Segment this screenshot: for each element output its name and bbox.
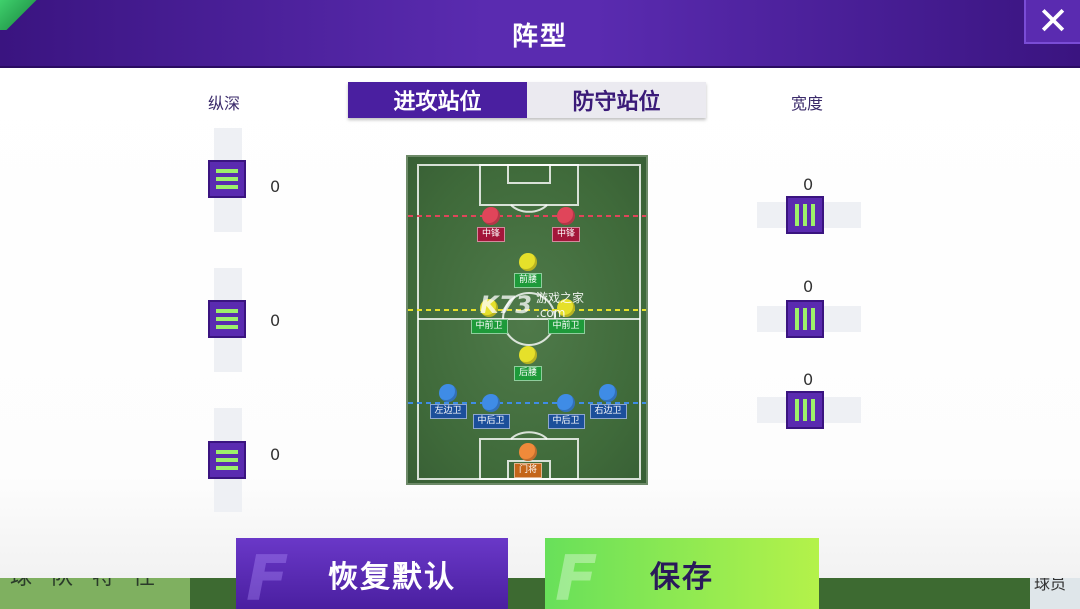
save-label: 保存 — [650, 559, 714, 595]
width-value-2: 0 — [803, 277, 814, 296]
depth-slider-handle-3[interactable] — [208, 441, 246, 479]
player-role-label: 后腰 — [514, 366, 543, 381]
width-value-1: 0 — [803, 175, 814, 194]
reset-default-label: 恢复默认 — [328, 559, 456, 595]
player-role-label: 中后卫 — [472, 414, 510, 429]
page-title: 阵型 — [511, 22, 568, 52]
player-token[interactable] — [519, 346, 537, 364]
player-token[interactable] — [482, 394, 500, 412]
player-role-label: 右边卫 — [589, 404, 627, 419]
watermark: K73 游戏之家 .com — [480, 289, 585, 321]
width-slider-handle-3[interactable] — [786, 391, 824, 429]
tab-attack[interactable]: 进攻站位 — [348, 82, 527, 118]
position-tabs: 进攻站位 防守站位 — [348, 82, 706, 118]
pitch-markings — [408, 164, 646, 480]
player-token[interactable] — [439, 384, 457, 402]
player-token[interactable] — [519, 253, 537, 271]
brand-f-icon: F — [246, 542, 289, 609]
player-token[interactable] — [482, 207, 500, 225]
formation-pitch: 中锋 中锋 前腰 中前卫 中前卫 后腰 左边卫 中后卫 中后卫 右边卫 门将 K73 游戏之家 .c… — [406, 155, 648, 485]
width-slider-handle-2[interactable] — [786, 300, 824, 338]
player-token[interactable] — [519, 443, 537, 461]
brand-f-icon: F — [555, 542, 598, 609]
player-role-label: 中锋 — [477, 227, 506, 242]
depth-slider-handle-1[interactable] — [208, 160, 246, 198]
player-role-label: 前腰 — [514, 273, 543, 288]
player-role-label: 左边卫 — [429, 404, 467, 419]
depth-value-3: 0 — [270, 445, 281, 464]
tab-defense[interactable]: 防守站位 — [527, 82, 706, 118]
depth-value-1: 0 — [270, 177, 281, 196]
depth-slider-handle-2[interactable] — [208, 300, 246, 338]
save-button[interactable]: F 保存 — [545, 538, 819, 609]
watermark-logo: K73 — [480, 290, 532, 319]
depth-value-2: 0 — [270, 311, 281, 330]
close-button[interactable]: ✕ — [1024, 0, 1080, 44]
width-value-3: 0 — [803, 370, 814, 389]
depth-label: 纵深 — [208, 94, 241, 113]
player-role-label: 中锋 — [552, 227, 581, 242]
width-label: 宽度 — [791, 94, 824, 113]
width-slider-handle-1[interactable] — [786, 196, 824, 234]
watermark-sub: .com — [536, 306, 566, 320]
player-role-label: 中前卫 — [470, 319, 508, 334]
close-icon: ✕ — [1037, 0, 1069, 43]
watermark-text: 游戏之家 — [536, 291, 585, 305]
player-role-label: 中后卫 — [547, 414, 585, 429]
reset-default-button[interactable]: F 恢复默认 — [236, 538, 508, 609]
player-role-label: 中前卫 — [547, 319, 585, 334]
player-token[interactable] — [557, 394, 575, 412]
player-token[interactable] — [557, 207, 575, 225]
header-bar: 阵型 ✕ — [0, 0, 1080, 68]
player-token[interactable] — [599, 384, 617, 402]
player-role-label: 门将 — [514, 463, 543, 478]
